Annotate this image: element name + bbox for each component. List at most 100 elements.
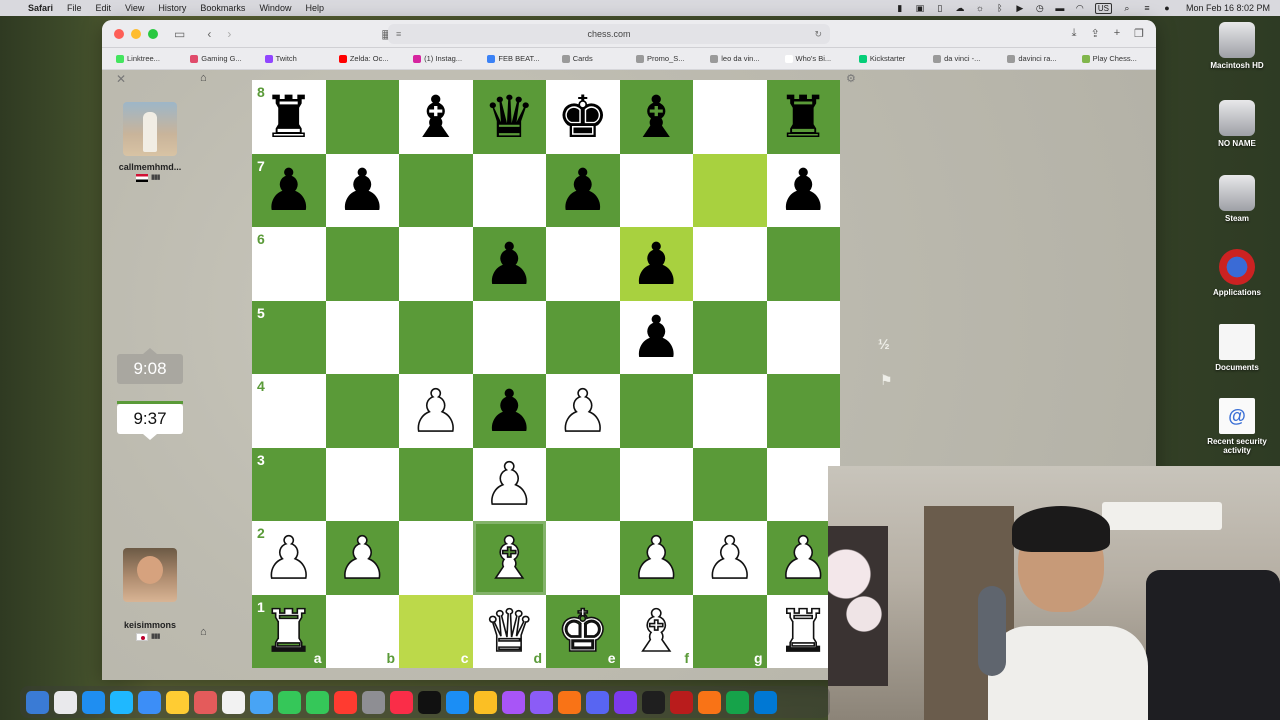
zoom-window-button[interactable] [148, 28, 158, 39]
square-d3[interactable]: ♟ [472, 447, 546, 521]
square-c4[interactable]: ♟ [399, 374, 473, 448]
square-b2[interactable]: ♟ [325, 521, 399, 595]
user-icon[interactable]: ● [1162, 3, 1172, 13]
square-a2[interactable]: 2 ♟ [252, 521, 326, 595]
dock-app-icon[interactable] [362, 690, 385, 714]
bookmark-item[interactable]: FEB BEAT... [487, 54, 561, 63]
square-c7[interactable] [399, 153, 473, 227]
dock-app-icon[interactable] [586, 690, 609, 714]
square-g1[interactable]: g [693, 594, 767, 668]
desktop-item[interactable]: Steam [1202, 175, 1272, 223]
square-g3[interactable] [693, 447, 767, 521]
square-b5[interactable] [325, 300, 399, 374]
settings-gear-icon[interactable]: ⚙ [846, 72, 856, 85]
bookmark-item[interactable]: Promo_S... [635, 54, 710, 63]
desktop-item[interactable]: @ Recent security activity [1202, 398, 1272, 455]
chat-icon[interactable]: ⌂ [200, 72, 207, 84]
square-a6[interactable]: 6 [252, 227, 326, 301]
dock-app-icon[interactable] [446, 690, 469, 714]
player-chat-icon[interactable]: ⌂ [200, 626, 207, 638]
bookmark-item[interactable]: Cards [561, 54, 636, 63]
white-queen-icon[interactable]: ♛ [482, 601, 536, 661]
dock-app-icon[interactable] [26, 690, 49, 714]
brightness-icon[interactable]: ☼ [975, 3, 985, 13]
black-pawn-icon[interactable]: ♟ [777, 161, 829, 219]
square-e1[interactable]: e ♚ [546, 594, 620, 668]
bookmark-item[interactable]: Zelda: Oc... [338, 54, 413, 63]
square-b4[interactable] [325, 374, 399, 448]
black-rook-icon[interactable]: ♜ [263, 88, 315, 146]
spotlight-icon[interactable]: ⌕ [1122, 3, 1132, 13]
desktop-item[interactable]: Applications [1202, 249, 1272, 297]
square-d6[interactable]: ♟ [472, 227, 546, 301]
menu-history[interactable]: History [158, 3, 186, 13]
square-f5[interactable]: ♟ [619, 300, 693, 374]
screen-record-icon[interactable]: ▣ [915, 3, 925, 13]
display-icon[interactable]: ▯ [935, 3, 945, 13]
square-h8[interactable]: ♜ [766, 80, 840, 154]
desktop-item[interactable]: Documents [1202, 324, 1272, 372]
square-h4[interactable] [766, 374, 840, 448]
dock-app-icon[interactable] [194, 690, 217, 714]
menu-help[interactable]: Help [305, 3, 324, 13]
square-a5[interactable]: 5 [252, 300, 326, 374]
chess-board[interactable]: 8 ♜ ♝ ♛ ♚ ♝ ♜ 7 ♟ ♟ ♟ ♟ 6 ♟ ♟ 5 ♟ 4 ♟ ♟ ♟ 3 ♟ 2 ♟ ♟ ♝ ♟ ♟ ♟ 1 a ♜ b c d ♛ e ♚ f… [252, 80, 840, 668]
player-name[interactable]: keisimmons [102, 620, 198, 630]
black-queen-icon[interactable]: ♛ [483, 88, 535, 146]
square-a3[interactable]: 3 [252, 447, 326, 521]
square-e7[interactable]: ♟ [546, 153, 620, 227]
dock-app-icon[interactable] [306, 690, 329, 714]
square-c2[interactable] [399, 521, 473, 595]
close-icon[interactable]: ✕ [116, 72, 126, 86]
dock-app-icon[interactable] [754, 690, 777, 714]
square-g7[interactable] [693, 153, 767, 227]
square-a4[interactable]: 4 [252, 374, 326, 448]
black-pawn-icon[interactable]: ♟ [557, 161, 609, 219]
menu-clock[interactable]: Mon Feb 16 8:02 PM [1186, 3, 1270, 13]
input-source[interactable]: US [1094, 2, 1112, 14]
white-rook-icon[interactable]: ♜ [776, 601, 830, 661]
dock-app-icon[interactable] [390, 690, 413, 714]
bookmark-item[interactable]: Linktree... [116, 54, 190, 63]
resign-flag-icon[interactable]: ⚑ [880, 372, 893, 389]
white-pawn-icon[interactable]: ♟ [703, 528, 757, 588]
address-bar[interactable]: ≡ chess.com ↻ [388, 24, 830, 44]
white-pawn-icon[interactable]: ♟ [482, 454, 536, 514]
square-d5[interactable] [472, 300, 546, 374]
dock-app-icon[interactable] [334, 690, 357, 714]
menu-app-name[interactable]: Safari [28, 3, 53, 13]
square-g2[interactable]: ♟ [693, 521, 767, 595]
new-tab-icon[interactable]: + [1114, 27, 1120, 40]
square-g6[interactable] [693, 227, 767, 301]
black-pawn-icon[interactable]: ♟ [630, 308, 682, 366]
dock-app-icon[interactable] [530, 690, 553, 714]
control-center-icon[interactable]: ≡ [1142, 3, 1152, 13]
menu-view[interactable]: View [125, 3, 144, 13]
dock-app-icon[interactable] [474, 690, 497, 714]
opponent-avatar[interactable] [123, 102, 177, 156]
square-f2[interactable]: ♟ [619, 521, 693, 595]
square-b3[interactable] [325, 447, 399, 521]
bluetooth-icon[interactable]: ᛒ [995, 3, 1005, 13]
square-e6[interactable] [546, 227, 620, 301]
minimize-window-button[interactable] [131, 28, 141, 39]
black-pawn-icon[interactable]: ♟ [263, 161, 315, 219]
white-bishop-icon[interactable]: ♝ [629, 601, 683, 661]
dock-app-icon[interactable] [250, 690, 273, 714]
square-b1[interactable]: b [325, 594, 399, 668]
dock-app-icon[interactable] [614, 690, 637, 714]
dock-app-icon[interactable] [698, 690, 721, 714]
reload-icon[interactable]: ↻ [814, 29, 822, 40]
bookmark-item[interactable]: davinci ra... [1007, 54, 1081, 63]
close-window-button[interactable] [114, 28, 124, 39]
square-e3[interactable] [546, 447, 620, 521]
share-icon[interactable]: ⇪ [1090, 27, 1099, 40]
battery-icon[interactable]: ▬ [1055, 3, 1065, 13]
black-bishop-icon[interactable]: ♝ [410, 88, 462, 146]
black-pawn-icon[interactable]: ♟ [630, 235, 682, 293]
square-e4[interactable]: ♟ [546, 374, 620, 448]
download-icon[interactable]: ⤓ [1072, 27, 1077, 40]
black-king-icon[interactable]: ♚ [557, 88, 609, 146]
square-g4[interactable] [693, 374, 767, 448]
sidebar-toggle-icon[interactable]: ▭ [174, 27, 185, 41]
